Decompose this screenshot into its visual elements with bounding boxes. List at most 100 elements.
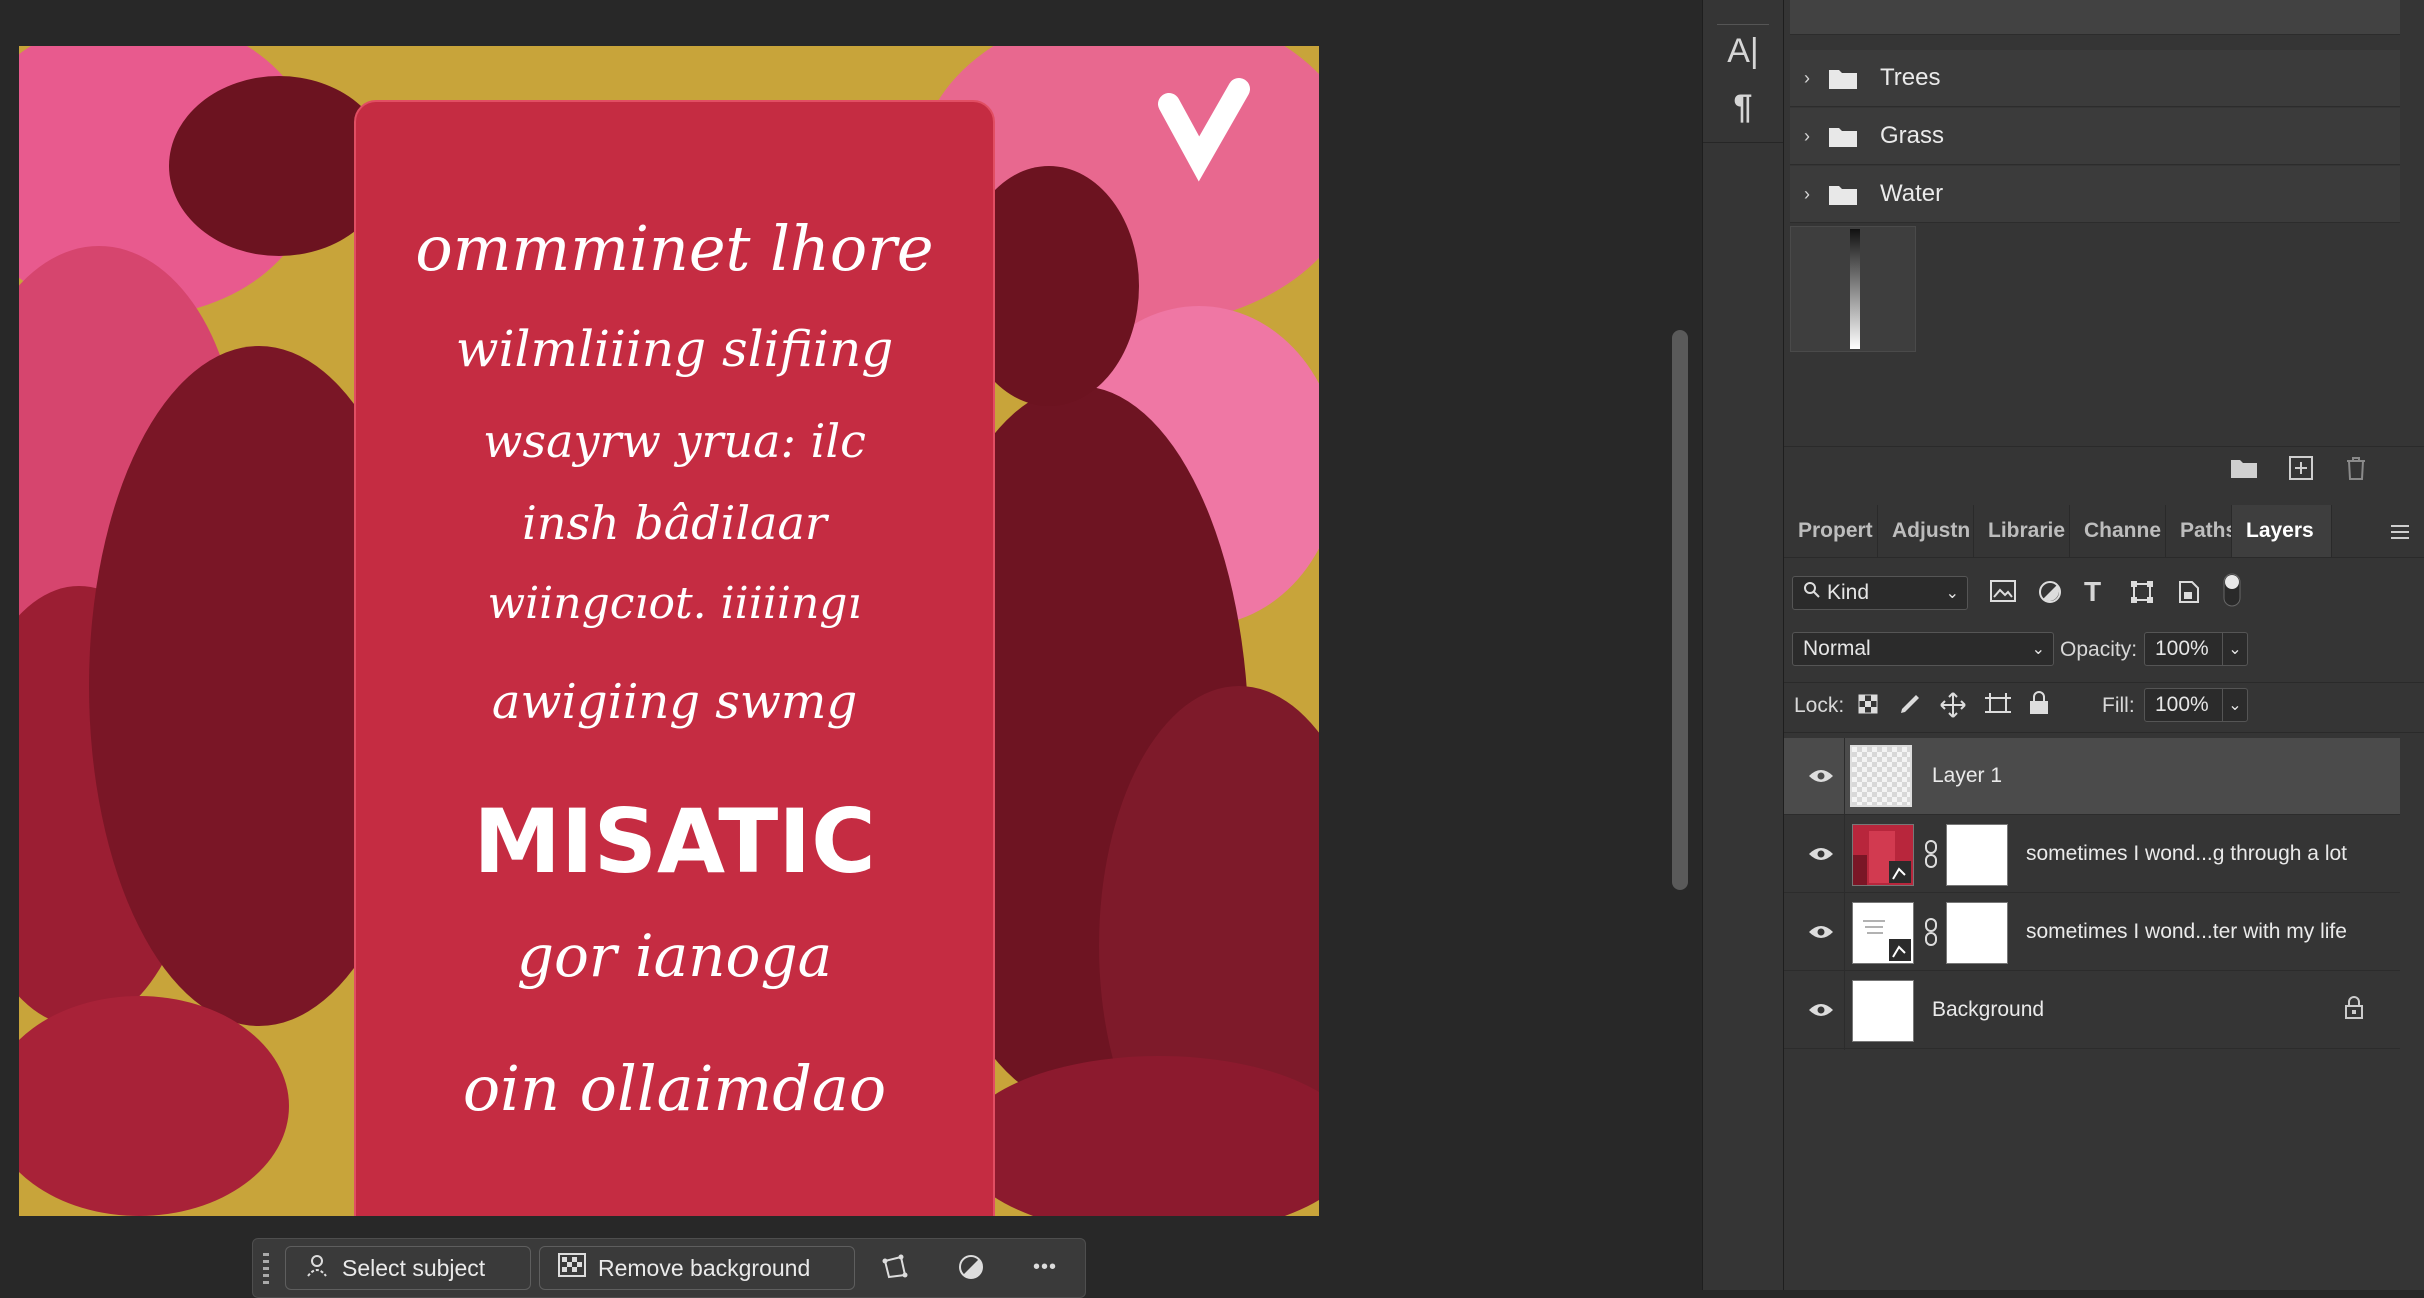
artwork-image[interactable]: ommminet lhore wilmliiing slifiing wsayr… — [19, 46, 1319, 1216]
group-row-grass[interactable]: › Grass — [1790, 108, 2400, 165]
art-text-line: wsayrw yrua: ilc — [483, 414, 866, 468]
visibility-eye-icon[interactable] — [1806, 995, 1836, 1025]
shape-filter-icon[interactable] — [2130, 580, 2154, 604]
trash-icon[interactable] — [2344, 455, 2368, 481]
tab-adjustments[interactable]: Adjustn — [1878, 505, 1974, 557]
divider — [1844, 738, 1845, 1050]
tab-libraries[interactable]: Librarie — [1974, 505, 2070, 557]
tab-channels[interactable]: Channe — [2070, 505, 2166, 557]
fill-value: 100% — [2155, 693, 2209, 716]
link-chain-icon[interactable] — [1924, 918, 1938, 946]
chevron-right-icon[interactable]: › — [1796, 126, 1818, 147]
opacity-label: Opacity: — [2060, 638, 2138, 661]
fill-field[interactable]: 100% ⌄ — [2144, 688, 2248, 722]
new-group-folder-icon[interactable] — [2230, 457, 2258, 479]
pixel-filter-icon[interactable] — [1990, 580, 2016, 602]
tab-properties[interactable]: Propert — [1784, 505, 1878, 557]
art-text-line: insh bâdilaar — [522, 496, 827, 550]
layer-row[interactable]: Background — [1784, 972, 2400, 1049]
group-label: Grass — [1880, 122, 1945, 149]
layer-name[interactable]: Background — [1932, 998, 2044, 1022]
fill-label: Fill: — [2102, 694, 2135, 717]
visibility-eye-icon[interactable] — [1806, 839, 1836, 869]
layer-name[interactable]: Layer 1 — [1932, 764, 2002, 788]
contextual-task-bar: Select subject Remove background ••• — [252, 1238, 1086, 1298]
right-panel: › Trees › Grass › Water Propert Adjustn … — [1784, 0, 2424, 1290]
panel-menu-icon[interactable] — [2386, 518, 2414, 546]
tab-paths[interactable]: Paths — [2166, 505, 2232, 557]
folder-icon — [1828, 66, 1858, 90]
adjustment-filter-icon[interactable] — [2038, 580, 2062, 604]
divider — [1703, 142, 1783, 143]
panel-icon-column: A| ¶ — [1702, 0, 1784, 1290]
chevron-down-icon: ⌄ — [2031, 641, 2045, 658]
lock-artboard-icon[interactable] — [1984, 692, 2012, 718]
person-select-icon — [304, 1252, 330, 1284]
filter-kind-label: Kind — [1827, 581, 1870, 604]
group-row-water[interactable]: › Water — [1790, 166, 2400, 223]
select-subject-label: Select subject — [342, 1254, 486, 1281]
new-item-icon[interactable] — [2288, 455, 2314, 481]
opacity-value: 100% — [2155, 637, 2209, 660]
more-options-icon[interactable]: ••• — [1021, 1251, 1069, 1283]
type-filter-icon[interactable]: T — [2084, 576, 2101, 608]
layer-row[interactable]: sometimes I wond...ter with my life — [1784, 894, 2400, 971]
gradient-preview — [1790, 226, 1916, 352]
transform-icon[interactable] — [879, 1251, 911, 1283]
smart-object-filter-icon[interactable] — [2178, 580, 2200, 604]
group-label: Trees — [1880, 64, 1941, 91]
art-text-line: awigiing swmg — [491, 674, 858, 730]
divider — [1784, 732, 2424, 733]
art-text-line: wiingcıot. iiiiingı — [487, 578, 862, 629]
lock-all-icon[interactable] — [2028, 690, 2050, 716]
visibility-eye-icon[interactable] — [1806, 761, 1836, 791]
character-icon[interactable]: A| — [1717, 28, 1769, 74]
chevron-down-icon: ⌄ — [1945, 585, 1959, 602]
art-text-line: MISATIC — [473, 790, 876, 893]
search-icon — [1803, 581, 1821, 605]
lock-position-icon[interactable] — [1940, 692, 1966, 718]
layer-row[interactable]: Layer 1 — [1784, 738, 2400, 815]
filter-toggle-icon[interactable] — [2222, 572, 2242, 608]
column-grip[interactable] — [1717, 0, 1769, 25]
select-subject-button[interactable]: Select subject — [285, 1246, 531, 1290]
chevron-down-icon[interactable]: ⌄ — [2222, 689, 2247, 721]
art-text-line: ommminet lhore — [415, 212, 934, 285]
artwork-card: ommminet lhore wilmliiing slifiing wsayr… — [354, 100, 995, 1216]
checkerboard-icon — [558, 1253, 586, 1283]
layer-thumbnail — [1852, 824, 1914, 886]
art-text-line: wilmliiing slifiing — [455, 320, 894, 378]
remove-background-button[interactable]: Remove background — [539, 1246, 855, 1290]
group-label: Water — [1880, 180, 1944, 207]
divider — [1784, 682, 2424, 683]
filter-kind-dropdown[interactable]: Kind ⌄ — [1792, 576, 1968, 610]
visibility-eye-icon[interactable] — [1806, 917, 1836, 947]
canvas-vertical-scrollbar[interactable] — [1672, 330, 1688, 890]
drag-handle-icon[interactable] — [261, 1251, 271, 1285]
art-text-line: oin ollaimdao — [462, 1052, 887, 1125]
blend-mode-dropdown[interactable]: Normal ⌄ — [1792, 632, 2054, 666]
link-chain-icon[interactable] — [1924, 840, 1938, 868]
art-text-line: gor ianoga — [516, 922, 833, 990]
lock-icon — [2344, 996, 2364, 1020]
layer-row[interactable]: sometimes I wond...g through a lot — [1784, 816, 2400, 893]
tab-layers[interactable]: Layers — [2232, 505, 2332, 557]
chevron-down-icon[interactable]: ⌄ — [2222, 633, 2247, 665]
paragraph-icon[interactable]: ¶ — [1717, 84, 1769, 130]
remove-background-label: Remove background — [598, 1254, 811, 1281]
group-row-trees[interactable]: › Trees — [1790, 50, 2400, 107]
adjustment-icon[interactable] — [955, 1251, 987, 1283]
chevron-right-icon[interactable]: › — [1796, 68, 1818, 89]
opacity-field[interactable]: 100% ⌄ — [2144, 632, 2248, 666]
panel-footer — [1784, 446, 2424, 495]
lock-transparent-pixels-icon[interactable] — [1858, 694, 1880, 716]
chevron-right-icon[interactable]: › — [1796, 184, 1818, 205]
layer-mask-thumbnail[interactable] — [1946, 902, 2008, 964]
layer-name[interactable]: sometimes I wond...ter with my life — [2026, 920, 2347, 944]
lock-image-pixels-icon[interactable] — [1898, 692, 1922, 716]
blend-mode-value: Normal — [1803, 637, 1871, 660]
layer-mask-thumbnail[interactable] — [1946, 824, 2008, 886]
folder-icon — [1828, 124, 1858, 148]
lock-label: Lock: — [1794, 694, 1845, 717]
layer-name[interactable]: sometimes I wond...g through a lot — [2026, 842, 2347, 866]
